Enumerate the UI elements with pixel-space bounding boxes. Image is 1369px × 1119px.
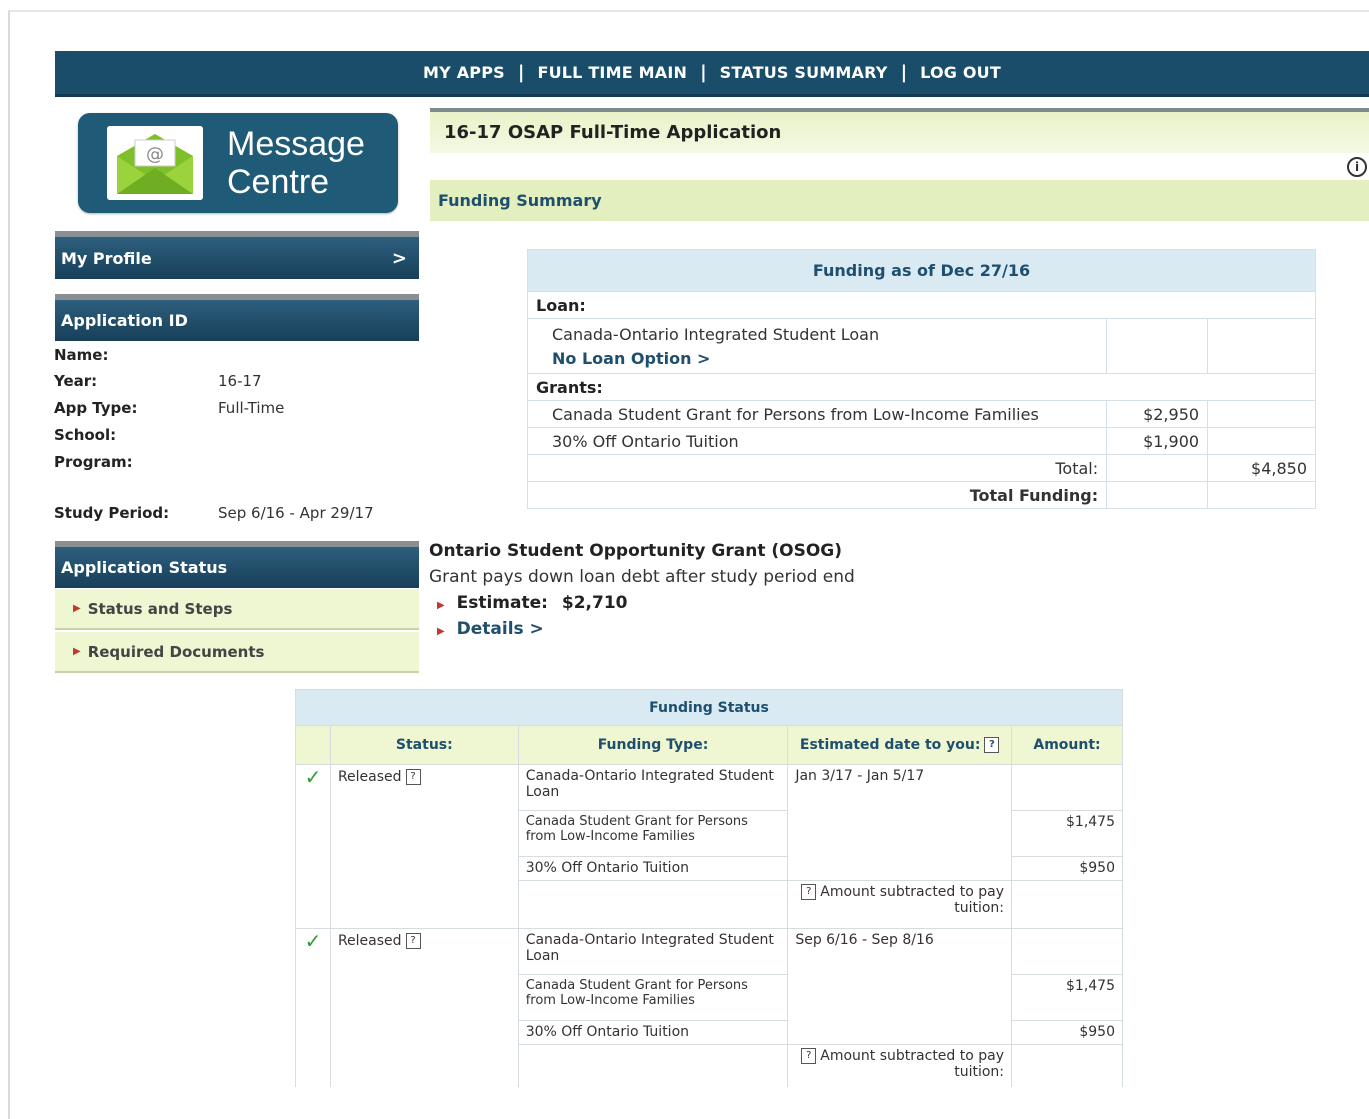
- funding-type-cell: Canada-Ontario Integrated Student Loan: [517, 764, 789, 811]
- funding-status-container: Funding Status Status: Funding Type: Est…: [295, 689, 1123, 1087]
- info-row-program: Program:: [54, 453, 133, 471]
- grant-name: 30% Off Ontario Tuition: [526, 427, 1108, 455]
- funding-type-cell: Canada Student Grant for Persons from Lo…: [517, 810, 789, 857]
- grant-name: Canada Student Grant for Persons from Lo…: [526, 400, 1108, 428]
- status-and-steps-link[interactable]: ▶ Status and Steps: [55, 589, 419, 630]
- tuition-note-cell: ? Amount subtracted to pay tuition:: [787, 1044, 1013, 1087]
- funding-type-cell: Canada-Ontario Integrated Student Loan: [517, 928, 789, 975]
- help-icon[interactable]: ?: [984, 737, 1000, 753]
- total-funding-empty-cell: [1106, 481, 1209, 509]
- nav-my-apps[interactable]: MY APPS: [423, 63, 505, 82]
- nav-separator: |: [900, 62, 908, 83]
- grants-label: Grants:: [527, 373, 1316, 401]
- status-cell: Released?: [329, 928, 519, 1087]
- application-id-header: Application ID: [55, 294, 419, 341]
- info-row-school: School:: [54, 426, 117, 444]
- osog-description: Grant pays down loan debt after study pe…: [429, 567, 855, 587]
- grant-amount: $1,900: [1106, 427, 1209, 455]
- message-centre-label: Message Centre: [227, 125, 365, 201]
- funding-type-cell: Canada Student Grant for Persons from Lo…: [517, 974, 789, 1021]
- info-row-study-period: Study Period: Sep 6/16 - Apr 29/17: [54, 504, 374, 522]
- total-label: Total:: [526, 454, 1108, 482]
- loan-amount-cell: [1106, 318, 1209, 374]
- column-header-amount: Amount:: [1011, 725, 1123, 765]
- osog-details-link[interactable]: Details >: [457, 619, 544, 639]
- nav-status-summary[interactable]: STATUS SUMMARY: [720, 63, 888, 82]
- funding-type-empty-cell: [517, 1044, 789, 1087]
- date-cell: Jan 3/17 - Jan 5/17: [787, 764, 1013, 881]
- top-nav: MY APPS | FULL TIME MAIN | STATUS SUMMAR…: [55, 51, 1369, 97]
- total-empty-cell: [1106, 454, 1209, 482]
- triangle-right-icon: ▶: [73, 603, 81, 614]
- nav-log-out[interactable]: LOG OUT: [920, 63, 1001, 82]
- help-icon[interactable]: ?: [405, 769, 421, 785]
- nav-full-time-main[interactable]: FULL TIME MAIN: [537, 63, 687, 82]
- grant-total-cell: [1207, 400, 1316, 428]
- funding-status-table: Funding Status Status: Funding Type: Est…: [295, 689, 1123, 1087]
- date-cell: Sep 6/16 - Sep 8/16: [787, 928, 1013, 1045]
- amount-cell: $950: [1011, 856, 1123, 881]
- info-row-year: Year: 16-17: [54, 372, 262, 390]
- nav-separator: |: [517, 62, 525, 83]
- osog-section: Ontario Student Opportunity Grant (OSOG)…: [429, 541, 855, 639]
- funding-summary-header: Funding Summary: [430, 180, 1369, 221]
- amount-empty-cell: [1011, 880, 1123, 929]
- total-value: $4,850: [1207, 454, 1316, 482]
- table-row: ✓ Released? Canada-Ontario Integrated St…: [295, 764, 1123, 929]
- info-row-name: Name:: [54, 346, 109, 364]
- envelope-at-icon: @: [107, 126, 203, 200]
- funding-type-cell: 30% Off Ontario Tuition: [517, 1020, 789, 1045]
- message-centre-button[interactable]: @ Message Centre: [78, 113, 398, 213]
- column-header-date: Estimated date to you:?: [787, 725, 1013, 765]
- tuition-note-cell: ? Amount subtracted to pay tuition:: [787, 880, 1013, 929]
- triangle-right-icon: ▶: [437, 626, 445, 637]
- loan-label: Loan:: [527, 291, 1316, 319]
- required-documents-link[interactable]: ▶ Required Documents: [55, 632, 419, 673]
- column-header-funding-type: Funding Type:: [517, 725, 789, 765]
- application-status-header: Application Status: [55, 541, 419, 588]
- amount-empty-cell: [1011, 1044, 1123, 1087]
- help-icon[interactable]: ?: [801, 884, 817, 900]
- grant-amount: $2,950: [1106, 400, 1209, 428]
- triangle-right-icon: ▶: [437, 600, 445, 611]
- amount-cell: [1011, 764, 1123, 811]
- page-title: 16-17 OSAP Full-Time Application: [430, 108, 1369, 153]
- my-profile-bar[interactable]: My Profile >: [55, 231, 419, 279]
- grant-total-cell: [1207, 427, 1316, 455]
- help-icon[interactable]: ?: [405, 933, 421, 949]
- info-icon[interactable]: i: [1347, 157, 1367, 177]
- osog-title: Ontario Student Opportunity Grant (OSOG): [429, 541, 843, 561]
- osog-details: ▶ Details >: [429, 619, 855, 639]
- check-icon: ✓: [295, 764, 331, 929]
- funding-type-cell: 30% Off Ontario Tuition: [517, 856, 789, 881]
- loan-item-cell: Canada-Ontario Integrated Student Loan N…: [526, 318, 1108, 374]
- column-header-status: Status:: [329, 725, 519, 765]
- triangle-right-icon: ▶: [73, 646, 81, 657]
- total-funding-label: Total Funding:: [526, 481, 1108, 509]
- table-row: ✓ Released? Canada-Ontario Integrated St…: [295, 928, 1123, 1087]
- amount-cell: $950: [1011, 1020, 1123, 1045]
- loan-total-cell: [1207, 318, 1316, 374]
- column-header-check: [295, 725, 331, 765]
- my-profile-label: My Profile: [61, 248, 152, 268]
- osog-estimate: ▶ Estimate: $2,710: [437, 593, 628, 613]
- funding-asof-heading: Funding as of Dec 27/16: [527, 249, 1316, 292]
- help-icon[interactable]: ?: [801, 1048, 817, 1064]
- info-row-app-type: App Type: Full-Time: [54, 399, 285, 417]
- nav-separator: |: [700, 62, 707, 83]
- amount-cell: [1011, 928, 1123, 975]
- status-cell: Released?: [329, 764, 519, 929]
- total-funding-value-cell: [1207, 481, 1316, 509]
- chevron-right-icon: >: [391, 247, 407, 269]
- no-loan-option-link[interactable]: No Loan Option >: [552, 349, 710, 368]
- svg-text:@: @: [146, 144, 164, 165]
- amount-cell: $1,475: [1011, 974, 1123, 1021]
- loan-item-name: Canada-Ontario Integrated Student Loan: [552, 324, 880, 344]
- funding-type-empty-cell: [517, 880, 789, 929]
- check-icon: ✓: [295, 928, 331, 1087]
- funding-status-heading: Funding Status: [295, 689, 1123, 726]
- amount-cell: $1,475: [1011, 810, 1123, 857]
- funding-asof-table: Funding as of Dec 27/16 Loan: Canada-Ont…: [526, 249, 1316, 509]
